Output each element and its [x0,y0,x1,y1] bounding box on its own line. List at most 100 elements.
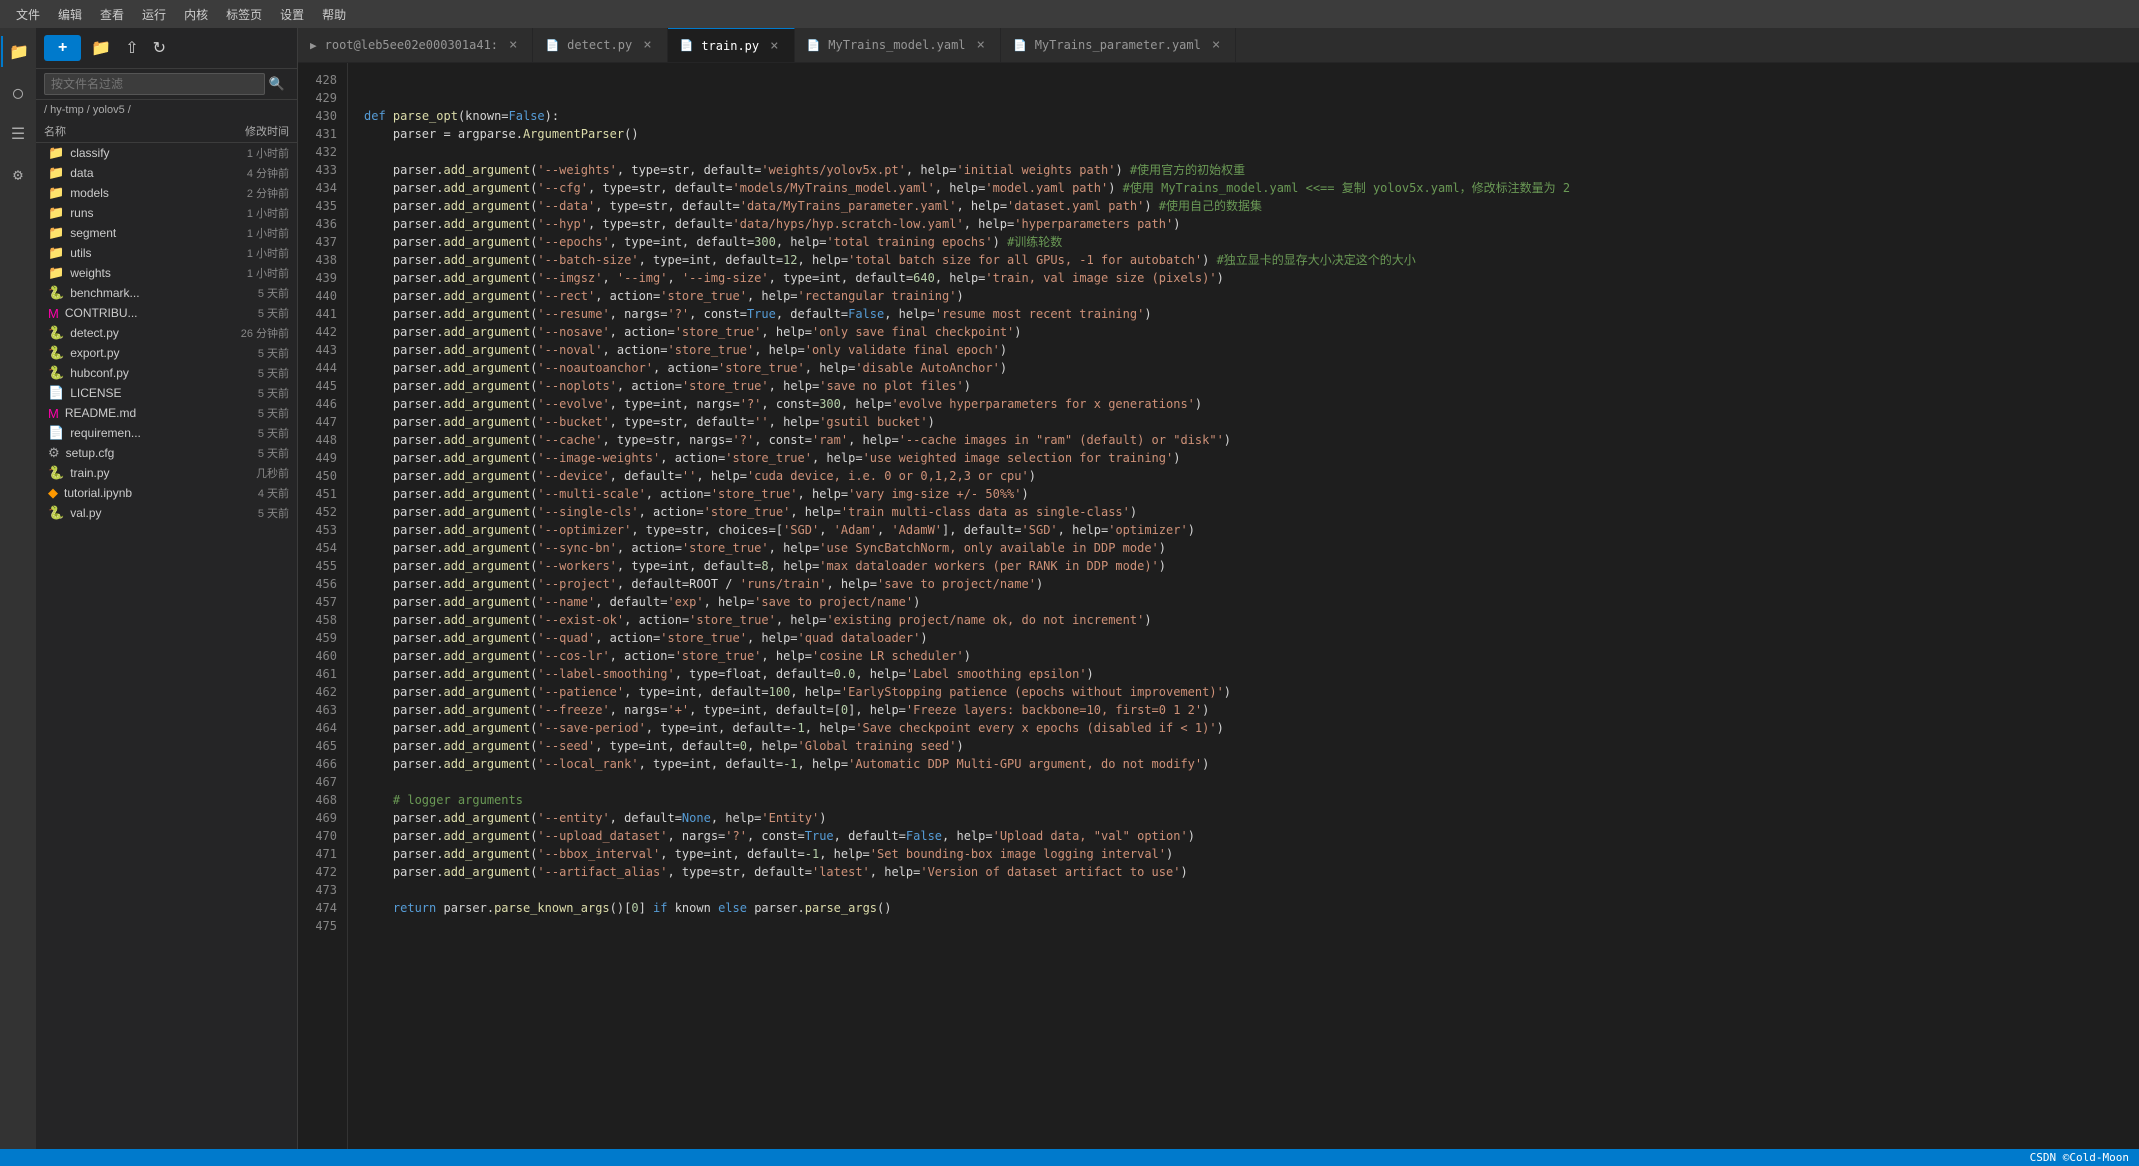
circle-icon[interactable]: ◯ [7,77,29,108]
line-number: 446 [298,395,347,413]
txt-icon: 📄 [48,425,64,441]
tab-detect[interactable]: 📄 detect.py × [533,28,667,62]
list-item[interactable]: 📄 requiremen... 5 天前 [36,423,297,443]
file-time: 5 天前 [258,405,289,421]
code-line [364,881,2139,899]
line-number: 457 [298,593,347,611]
line-number: 473 [298,881,347,899]
code-line: parser.add_argument('--noplots', action=… [364,377,2139,395]
list-item[interactable]: 📁 segment 1 小时前 [36,223,297,243]
list-item[interactable]: 📁 utils 1 小时前 [36,243,297,263]
list-item[interactable]: M README.md 5 天前 [36,403,297,423]
line-number: 474 [298,899,347,917]
search-input[interactable] [44,73,265,95]
py-icon: 🐍 [48,365,64,381]
list-item[interactable]: 🐍 hubconf.py 5 天前 [36,363,297,383]
new-button[interactable]: + [44,35,81,61]
code-line: parser.add_argument('--optimizer', type=… [364,521,2139,539]
list-item[interactable]: 🐍 val.py 5 天前 [36,503,297,523]
menu-tabs[interactable]: 标签页 [218,4,270,25]
line-number: 465 [298,737,347,755]
tab-close-train[interactable]: × [767,37,781,55]
tab-mytrains_model[interactable]: 📄 MyTrains_model.yaml × [795,28,1001,62]
refresh-button[interactable]: ↻ [149,34,170,62]
code-line: parser = argparse.ArgumentParser() [364,125,2139,143]
file-time: 5 天前 [258,305,289,321]
file-name: hubconf.py [70,366,252,380]
code-line: parser.add_argument('--image-weights', a… [364,449,2139,467]
list-item[interactable]: 📁 weights 1 小时前 [36,263,297,283]
file-name: classify [70,146,241,160]
code-line: parser.add_argument('--patience', type=i… [364,683,2139,701]
file-time: 1 小时前 [247,205,289,221]
line-number: 442 [298,323,347,341]
list-item[interactable]: 📁 runs 1 小时前 [36,203,297,223]
list-item[interactable]: 📁 models 2 分钟前 [36,183,297,203]
code-editor[interactable]: 4284294304314324334344354364374384394404… [298,63,2139,1149]
menu-view[interactable]: 查看 [92,4,132,25]
list-item[interactable]: 🐍 benchmark... 5 天前 [36,283,297,303]
code-line: parser.add_argument('--name', default='e… [364,593,2139,611]
list-item[interactable]: M CONTRIBU... 5 天前 [36,303,297,323]
code-line: def parse_opt(known=False): [364,107,2139,125]
search-button[interactable]: 🔍 [265,74,289,94]
code-line [364,143,2139,161]
tab-root[interactable]: ▶ root@leb5ee02e000301a41: × [298,28,533,62]
menu-file[interactable]: 文件 [8,4,48,25]
list-item[interactable]: ⚙ setup.cfg 5 天前 [36,443,297,463]
code-line: return parser.parse_known_args()[0] if k… [364,899,2139,917]
files-icon[interactable]: 📁 [1,36,35,67]
list-item[interactable]: 📁 classify 1 小时前 [36,143,297,163]
line-number: 447 [298,413,347,431]
list-item[interactable]: ◆ tutorial.ipynb 4 天前 [36,483,297,503]
list-item[interactable]: 📄 LICENSE 5 天前 [36,383,297,403]
file-list: 📁 classify 1 小时前📁 data 4 分钟前📁 models 2 分… [36,143,297,1149]
folder-icon: 📁 [48,145,64,161]
menu-help[interactable]: 帮助 [314,4,354,25]
tab-mytrains_param[interactable]: 📄 MyTrains_parameter.yaml × [1001,28,1236,62]
folder-button[interactable]: 📁 [87,34,115,62]
line-number: 458 [298,611,347,629]
folder-icon: 📁 [48,165,64,181]
tab-close-root[interactable]: × [506,36,520,54]
line-number: 448 [298,431,347,449]
code-line: parser.add_argument('--cos-lr', action='… [364,647,2139,665]
line-number: 433 [298,161,347,179]
ipynb-icon: ◆ [48,485,58,501]
code-line [364,89,2139,107]
col-name: 名称 [44,123,66,139]
line-number: 468 [298,791,347,809]
file-name: runs [70,206,241,220]
tab-icon-mytrains_model: 📄 [807,39,821,52]
tab-label-detect: detect.py [567,38,632,52]
tab-close-detect[interactable]: × [640,36,654,54]
tab-close-mytrains_param[interactable]: × [1209,36,1223,54]
code-line: parser.add_argument('--upload_dataset', … [364,827,2139,845]
menu-kernel[interactable]: 内核 [176,4,216,25]
tab-icon-root: ▶ [310,39,317,52]
code-line: parser.add_argument('--evolve', type=int… [364,395,2139,413]
list-item[interactable]: 🐍 detect.py 26 分钟前 [36,323,297,343]
file-name: benchmark... [70,286,252,300]
menu-settings[interactable]: 设置 [272,4,312,25]
menu-edit[interactable]: 编辑 [50,4,90,25]
menu-run[interactable]: 运行 [134,4,174,25]
code-line: parser.add_argument('--seed', type=int, … [364,737,2139,755]
line-number: 440 [298,287,347,305]
tab-icon-detect: 📄 [545,39,559,52]
list-item[interactable]: 🐍 train.py 几秒前 [36,463,297,483]
file-name: export.py [70,346,252,360]
file-time: 5 天前 [258,345,289,361]
list-item[interactable]: 🐍 export.py 5 天前 [36,343,297,363]
code-content[interactable]: def parse_opt(known=False): parser = arg… [348,63,2139,1149]
upload-button[interactable]: ⇧ [121,34,142,62]
line-number: 444 [298,359,347,377]
gear-icon[interactable]: ⚙ [7,159,29,190]
editor-area: ▶ root@leb5ee02e000301a41: ×📄 detect.py … [298,28,2139,1149]
list-item[interactable]: 📁 data 4 分钟前 [36,163,297,183]
tab-close-mytrains_model[interactable]: × [974,36,988,54]
line-number: 430 [298,107,347,125]
tab-train[interactable]: 📄 train.py × [668,28,795,62]
list-icon[interactable]: ☰ [5,118,31,149]
file-name: requiremen... [70,426,252,440]
